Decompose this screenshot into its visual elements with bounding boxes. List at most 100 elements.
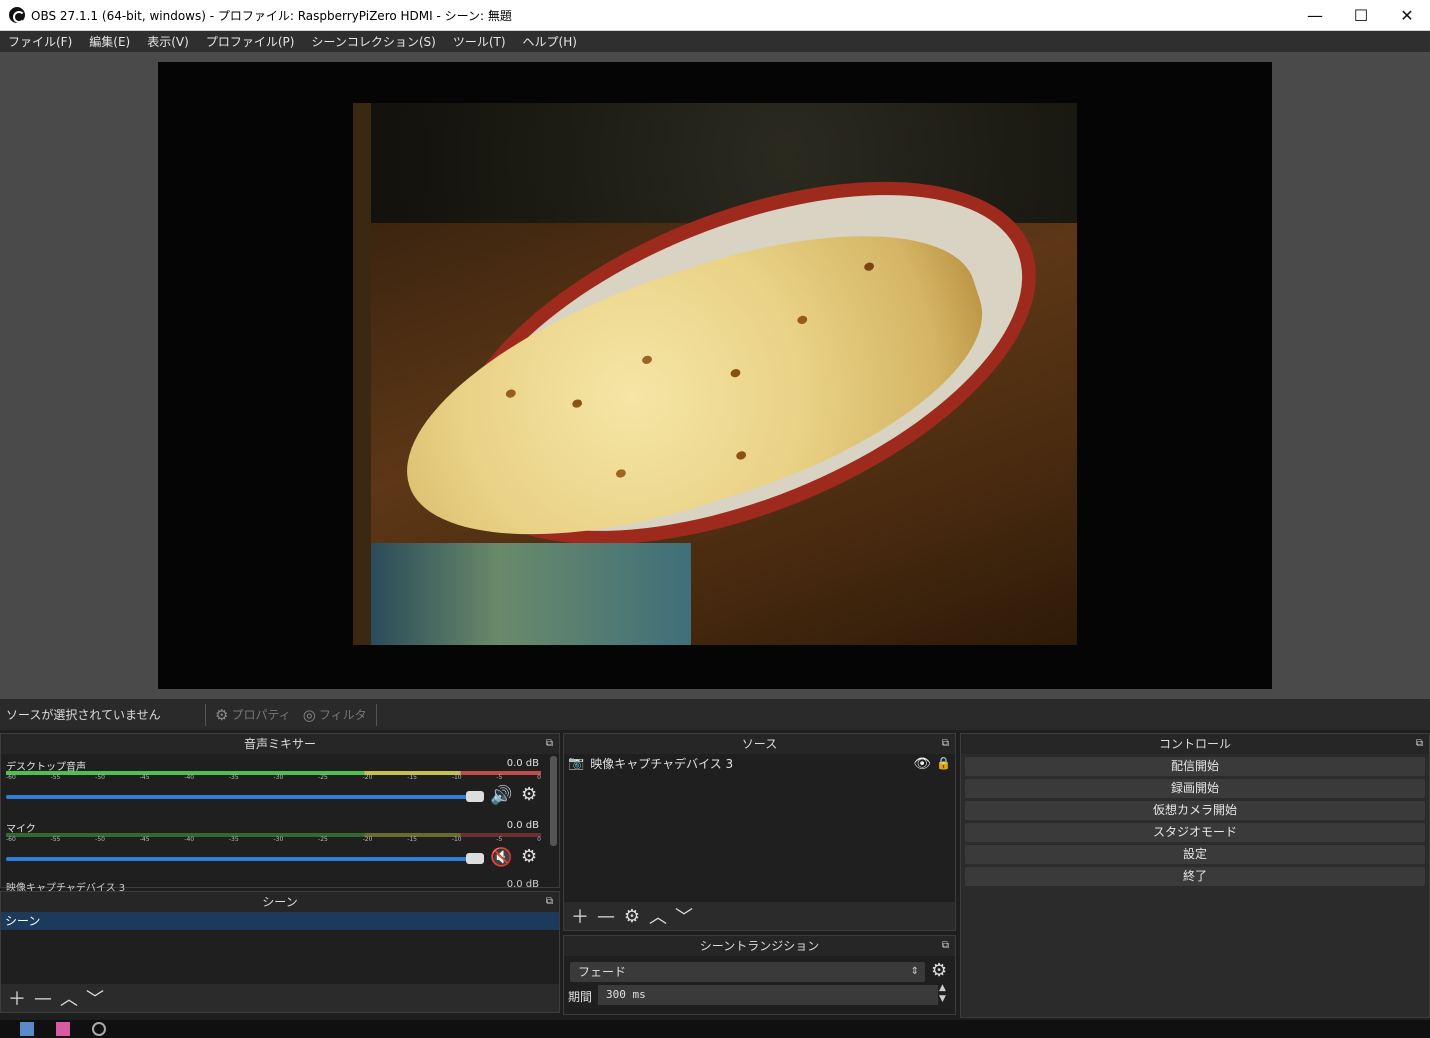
start-streaming-button[interactable]: 配信開始 <box>965 757 1425 776</box>
transition-select[interactable]: フェード ⇕ <box>570 962 925 982</box>
source-item[interactable]: 📷 映像キャプチャデバイス 3 👁 🔒 <box>564 754 955 773</box>
menu-bar: ファイル(F) 編集(E) 表示(V) プロファイル(P) シーンコレクション(… <box>0 31 1430 52</box>
menu-profile[interactable]: プロファイル(P) <box>206 33 295 50</box>
duration-label: 期間 <box>568 990 593 1004</box>
meter-ticks: -60 -55 -50 -45 -40 -35 -30 -25 -20 -15 … <box>6 836 541 846</box>
taskbar-app-icon[interactable] <box>20 1022 34 1036</box>
menu-edit[interactable]: 編集(E) <box>89 33 130 50</box>
audio-mixer-title: 音声ミキサー <box>243 737 316 751</box>
audio-mixer-dock: 音声ミキサー ⧉ デスクトップ音声 0.0 dB -60 -55 -50 -45… <box>0 733 560 894</box>
plus-icon[interactable]: ＋ <box>570 903 590 929</box>
menu-tools[interactable]: ツール(T) <box>453 33 506 50</box>
image-book <box>371 543 691 645</box>
scene-toolbar: ＋ — ︿ ﹀ <box>1 984 559 1012</box>
scene-list: シーン <box>1 912 559 984</box>
minus-icon[interactable]: — <box>596 906 616 927</box>
start-recording-button[interactable]: 録画開始 <box>965 779 1425 798</box>
speaker-muted-icon[interactable]: 🔇 <box>490 847 512 868</box>
filters-label: フィルタ <box>318 708 367 722</box>
divider <box>205 703 206 726</box>
taskbar-obs-icon[interactable] <box>92 1022 106 1036</box>
tick-label: -55 <box>50 774 61 781</box>
dock-title: 音声ミキサー ⧉ <box>1 734 559 754</box>
volume-slider-handle[interactable] <box>466 791 484 802</box>
tick-label: -50 <box>95 774 105 781</box>
volume-slider[interactable] <box>6 795 476 799</box>
tick-label: -45 <box>139 836 150 843</box>
sources-dock: ソース ⧉ 📷 映像キャプチャデバイス 3 👁 🔒 ＋ — ⚙ ︿ ﹀ <box>563 733 956 931</box>
dock-title: シーントランジション ⧉ <box>564 936 955 956</box>
channel-db: 0.0 dB <box>506 758 539 769</box>
source-toolbar-buttons: ＋ — ⚙ ︿ ﹀ <box>564 902 955 930</box>
chevron-up-icon[interactable]: ︿ <box>59 985 79 1011</box>
filters-button[interactable]: ◎ フィルタ <box>297 704 373 726</box>
undock-icon[interactable]: ⧉ <box>1416 734 1423 754</box>
chevron-down-icon[interactable]: ﹀ <box>674 903 694 929</box>
lock-icon[interactable]: 🔒 <box>936 756 951 770</box>
volume-slider-handle[interactable] <box>466 853 484 864</box>
menu-help[interactable]: ヘルプ(H) <box>523 33 577 50</box>
taskbar-app-icon[interactable] <box>56 1022 70 1036</box>
source-item-label: 映像キャプチャデバイス 3 <box>590 756 734 771</box>
sources-title: ソース <box>741 737 778 751</box>
undock-icon[interactable]: ⧉ <box>942 734 949 754</box>
gear-icon[interactable]: ⚙ <box>622 906 642 927</box>
minimize-button[interactable]: — <box>1292 0 1338 30</box>
tick-label: -25 <box>318 836 328 843</box>
maximize-button[interactable]: ☐ <box>1338 0 1384 30</box>
duration-spinner[interactable]: ▲ ▼ <box>939 983 946 1005</box>
settings-button[interactable]: 設定 <box>965 845 1425 864</box>
video-capture-frame[interactable] <box>353 103 1077 645</box>
exit-button[interactable]: 終了 <box>965 867 1425 886</box>
transition-select-value: フェード <box>578 965 627 979</box>
gear-icon[interactable]: ⚙ <box>521 846 537 867</box>
close-button[interactable]: ✕ <box>1384 0 1430 30</box>
dock-title: シーン ⧉ <box>1 892 559 912</box>
plus-icon[interactable]: ＋ <box>7 985 27 1011</box>
undock-icon[interactable]: ⧉ <box>546 892 553 912</box>
scenes-title: シーン <box>262 895 298 909</box>
mixer-channel-mic: マイク 0.0 dB -60 -55 -50 -45 -40 -35 -30 -… <box>1 816 559 878</box>
controls-title: コントロール <box>1158 737 1231 751</box>
mixer-scrollbar[interactable] <box>550 756 557 846</box>
preview-area <box>0 52 1430 699</box>
tick-label: -55 <box>50 836 61 843</box>
tick-label: -20 <box>362 836 373 843</box>
undock-icon[interactable]: ⧉ <box>942 936 949 956</box>
scene-transitions-dock: シーントランジション ⧉ フェード ⇕ ⚙ 期間 300 ms ▲ ▼ <box>563 935 956 1015</box>
tick-label: -40 <box>184 836 195 843</box>
scene-item[interactable]: シーン <box>1 912 559 930</box>
menu-view[interactable]: 表示(V) <box>147 33 189 50</box>
tick-label: -30 <box>273 774 284 781</box>
up-down-icon: ⇕ <box>910 966 919 977</box>
chevron-down-icon[interactable]: ﹀ <box>85 985 105 1011</box>
tick-label: 0 <box>537 774 541 781</box>
gear-icon[interactable]: ⚙ <box>521 784 537 805</box>
tick-label: -50 <box>95 836 105 843</box>
tick-label: -40 <box>184 774 195 781</box>
divider <box>375 703 377 726</box>
channel-db: 0.0 dB <box>506 820 539 831</box>
menu-scene-collection[interactable]: シーンコレクション(S) <box>311 33 435 50</box>
studio-mode-button[interactable]: スタジオモード <box>965 823 1425 842</box>
properties-button[interactable]: ⚙ プロパティ <box>209 704 297 726</box>
mixer-channel-desktop: デスクトップ音声 0.0 dB -60 -55 -50 -45 -40 -35 … <box>1 754 559 816</box>
tick-label: 0 <box>537 836 541 843</box>
tick-label: -35 <box>228 836 239 843</box>
undock-icon[interactable]: ⧉ <box>546 734 553 754</box>
duration-input[interactable]: 300 ms <box>598 985 938 1005</box>
volume-slider[interactable] <box>6 857 476 861</box>
eye-icon[interactable]: 👁 <box>913 756 931 772</box>
tick-label: -60 <box>6 836 16 843</box>
tick-label: -25 <box>318 774 328 781</box>
camera-icon: 📷 <box>568 755 585 771</box>
controls-dock: コントロール ⧉ 配信開始 録画開始 仮想カメラ開始 スタジオモード 設定 終了 <box>960 733 1430 1018</box>
menu-file[interactable]: ファイル(F) <box>8 33 72 50</box>
gear-icon[interactable]: ⚙ <box>931 960 947 981</box>
speaker-icon[interactable]: 🔊 <box>490 785 512 806</box>
start-virtual-camera-button[interactable]: 仮想カメラ開始 <box>965 801 1425 820</box>
preview-canvas[interactable] <box>158 62 1272 689</box>
chevron-up-icon[interactable]: ︿ <box>648 903 668 929</box>
gear-icon: ⚙ <box>215 705 229 724</box>
minus-icon[interactable]: — <box>33 988 53 1009</box>
